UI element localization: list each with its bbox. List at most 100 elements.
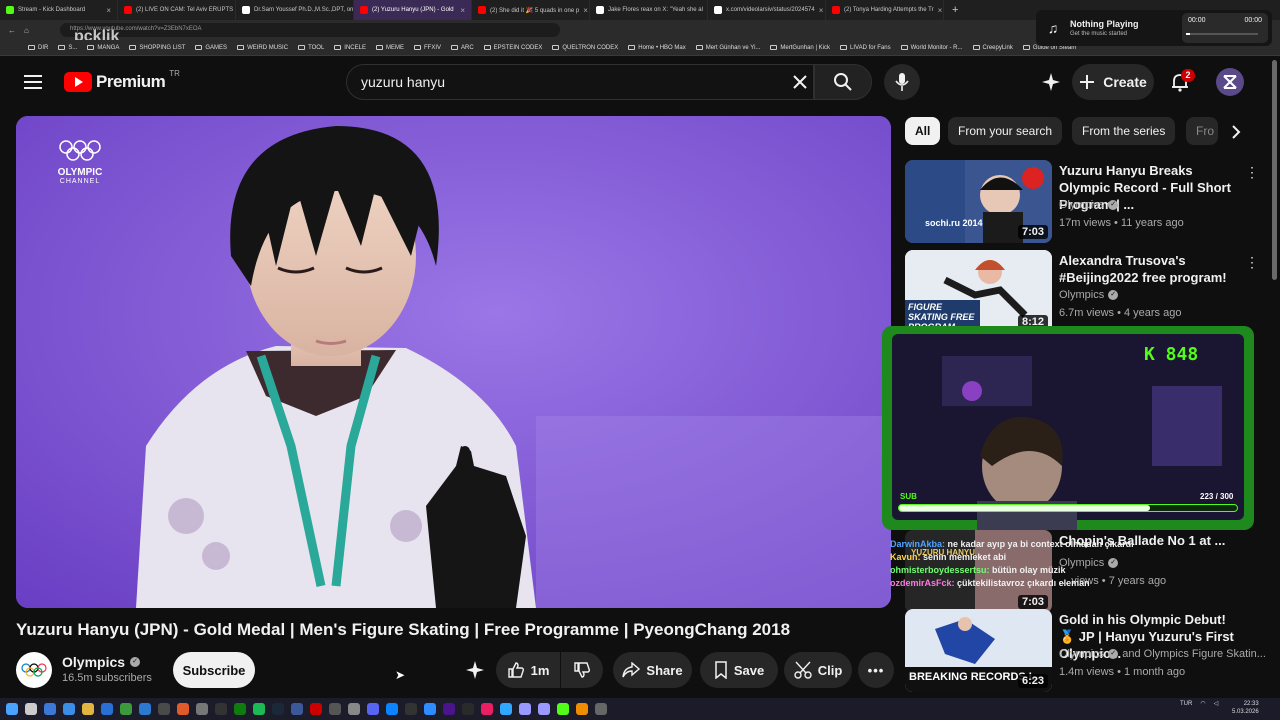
browser-tab[interactable]: Stream - Kick Dashboard ×: [0, 0, 118, 20]
search-button[interactable]: [814, 64, 872, 100]
browser-tab[interactable]: (2) LIVE ON CAM: Tel Aviv ERUPTS×: [118, 0, 236, 20]
app-icon[interactable]: [576, 703, 588, 715]
bookmark-item[interactable]: LIVAD for Fans: [840, 45, 891, 51]
system-clock[interactable]: 22:33 5.03.2026: [1232, 700, 1259, 716]
tab-close-icon[interactable]: ×: [106, 6, 111, 15]
search-input[interactable]: [346, 64, 814, 100]
recommendation-channel[interactable]: Olympics: [1059, 648, 1104, 660]
browser-tab[interactable]: Dr.Sam Youssef Ph.D.,M.Sc.,DPT, on X×: [236, 0, 354, 20]
app-icon[interactable]: [424, 703, 436, 715]
more-vertical-icon[interactable]: ⋮: [1245, 254, 1259, 271]
language-indicator[interactable]: TUR: [1180, 701, 1192, 707]
bookmark-item[interactable]: WEIRD MUSIC: [237, 45, 288, 51]
channel-avatar[interactable]: [16, 652, 52, 688]
chip-from-your-search[interactable]: From your search: [948, 117, 1063, 145]
store-icon[interactable]: [63, 703, 75, 715]
voice-search-button[interactable]: [884, 64, 920, 100]
browser-tab[interactable]: (2) She did it 🎉 5 quads in one p ×: [472, 0, 590, 20]
recommendation-item[interactable]: FIGURE SKATING FREE PROGRAM 8:12 Alexand…: [905, 250, 1265, 336]
recommendation-item[interactable]: sochi.ru 2014 7:03 Yuzuru Hanyu Breaks O…: [905, 160, 1265, 246]
bookmark-item[interactable]: CreepyLink: [972, 45, 1013, 51]
recommendation-title[interactable]: Alexandra Trusova's #Beijing2022 free pr…: [1059, 252, 1239, 286]
edge-icon[interactable]: [139, 703, 151, 715]
bookmark-item[interactable]: SHOPPING LIST: [129, 45, 185, 51]
app-icon[interactable]: [595, 703, 607, 715]
app-icon[interactable]: [481, 703, 493, 715]
dislike-button[interactable]: [561, 652, 603, 688]
like-button[interactable]: 1m: [496, 652, 560, 688]
steam-icon[interactable]: [272, 703, 284, 715]
bookmark-item[interactable]: QUELTRON CODEX: [552, 45, 618, 51]
ask-sparkle-icon[interactable]: [462, 658, 488, 682]
app-icon[interactable]: [120, 703, 132, 715]
url-field[interactable]: https://www.youtube.com/watch?v=Z3EbN7xE…: [60, 23, 560, 37]
app-icon[interactable]: [329, 703, 341, 715]
recommendation-channel[interactable]: Olympics: [1059, 289, 1104, 301]
recommendation-item[interactable]: BREAKING RECORDS L... 6:23 Gold in his O…: [905, 609, 1266, 695]
back-icon[interactable]: ←: [8, 26, 16, 35]
kick-icon[interactable]: [557, 703, 569, 715]
bookmark-item[interactable]: MertGunhan | Kick: [770, 45, 830, 51]
browser-tab[interactable]: Jake Flores reax on X: "Yeah she al×: [590, 0, 708, 20]
premiere-icon[interactable]: [519, 703, 531, 715]
account-avatar[interactable]: [1216, 68, 1244, 96]
bookmark-item[interactable]: FFXIV: [413, 45, 441, 51]
photoshop-icon[interactable]: [500, 703, 512, 715]
video-thumbnail[interactable]: sochi.ru 2014 7:03: [905, 160, 1052, 243]
tab-close-icon[interactable]: ×: [938, 6, 943, 15]
app-icon[interactable]: [196, 703, 208, 715]
app-icon[interactable]: [310, 703, 322, 715]
browser-tab[interactable]: (2) Yuzuru Hanyu (JPN) - Gold ×: [354, 0, 472, 20]
recommendation-channel[interactable]: Olympics: [1059, 199, 1104, 211]
bookmark-item[interactable]: INCELE: [334, 45, 366, 51]
subscribe-button[interactable]: Subscribe: [173, 652, 255, 688]
page-scrollbar[interactable]: [1272, 60, 1277, 280]
wifi-icon[interactable]: ◠: [1200, 700, 1205, 707]
app-icon[interactable]: [101, 703, 113, 715]
clip-button[interactable]: Clip: [784, 652, 852, 688]
app-icon[interactable]: [386, 703, 398, 715]
more-actions-button[interactable]: •••: [858, 652, 894, 688]
bookmark-item[interactable]: DIR: [28, 45, 48, 51]
aftereffects-icon[interactable]: [538, 703, 550, 715]
taskview-icon[interactable]: [44, 703, 56, 715]
bookmark-item[interactable]: S...: [58, 45, 77, 51]
more-vertical-icon[interactable]: ⋮: [1245, 164, 1259, 181]
app-icon[interactable]: [158, 703, 170, 715]
windows-start-icon[interactable]: [6, 703, 18, 715]
bookmark-item[interactable]: MEME: [375, 45, 404, 51]
app-icon[interactable]: [291, 703, 303, 715]
app-icon[interactable]: [215, 703, 227, 715]
tab-close-icon[interactable]: ×: [583, 6, 588, 15]
app-icon[interactable]: [443, 703, 455, 715]
clear-search-icon[interactable]: [788, 70, 812, 94]
app-icon[interactable]: [177, 703, 189, 715]
app-icon[interactable]: [348, 703, 360, 715]
browser-tab[interactable]: x.com/videolarsiv/status/2024574 ×: [708, 0, 826, 20]
app-icon[interactable]: [462, 703, 474, 715]
bookmark-item[interactable]: ARC: [451, 45, 474, 51]
sparkle-icon[interactable]: [1038, 70, 1064, 94]
video-thumbnail[interactable]: BREAKING RECORDS L... 6:23: [905, 609, 1052, 692]
video-player[interactable]: OLYMPIC CHANNEL: [16, 116, 891, 608]
bookmark-item[interactable]: TOOL: [298, 45, 324, 51]
folder-icon[interactable]: [82, 703, 94, 715]
browser-tab[interactable]: (2) Tonya Harding Attempts the Tr ×: [826, 0, 944, 20]
bookmark-item[interactable]: World Monitor - R...: [900, 45, 963, 51]
create-button[interactable]: Create: [1072, 64, 1154, 100]
bookmark-item[interactable]: GAMES: [195, 45, 227, 51]
search-icon[interactable]: [25, 703, 37, 715]
save-button[interactable]: Save: [700, 652, 778, 688]
media-progress-track[interactable]: [1186, 33, 1258, 35]
bookmark-item[interactable]: Home • HBO Max: [628, 45, 686, 51]
spotify-icon[interactable]: [253, 703, 265, 715]
home-icon[interactable]: ⌂: [24, 26, 29, 35]
chip-truncated[interactable]: Fro: [1186, 117, 1218, 145]
bookmark-item[interactable]: EPSTEIN CODEX: [483, 45, 542, 51]
share-button[interactable]: Share: [613, 652, 692, 688]
tab-close-icon[interactable]: ×: [819, 6, 824, 15]
bookmark-item[interactable]: Mert Günhan ve Yi...: [695, 45, 760, 51]
channel-name[interactable]: Olympics: [62, 654, 125, 670]
chevron-right-icon[interactable]: [1224, 120, 1248, 144]
new-tab-button[interactable]: +: [944, 4, 966, 16]
